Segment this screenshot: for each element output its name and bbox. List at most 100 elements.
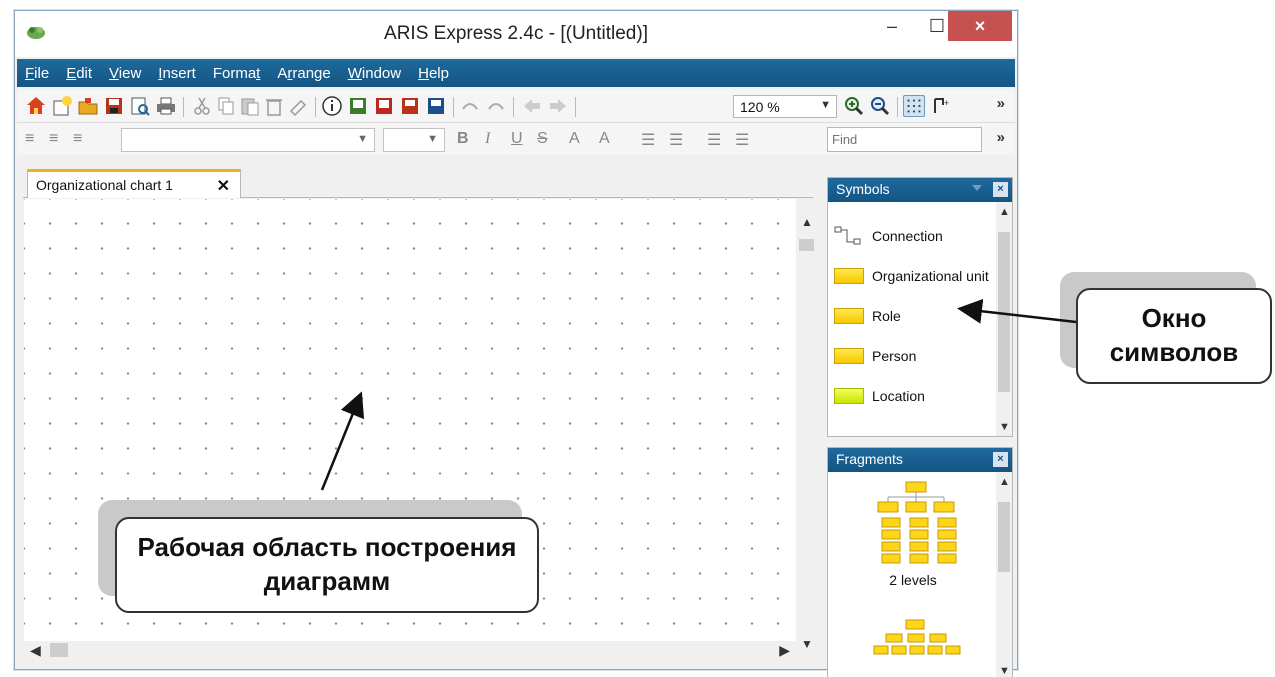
connection-icon bbox=[834, 226, 861, 245]
italic-button[interactable]: I bbox=[485, 130, 490, 148]
text-style-icon[interactable]: A bbox=[599, 130, 610, 148]
symbols-panel-title: Symbols bbox=[836, 181, 890, 197]
org-unit-icon bbox=[834, 268, 864, 284]
redo-icon[interactable] bbox=[485, 95, 507, 117]
zoom-in-icon[interactable] bbox=[843, 95, 865, 117]
scroll-up-icon[interactable]: ▲ bbox=[999, 476, 1010, 488]
menu-edit[interactable]: Edit bbox=[66, 65, 92, 82]
tab-label: Organizational chart 1 bbox=[36, 177, 173, 193]
fragments-scrollbar[interactable]: ▲ ▼ bbox=[996, 472, 1012, 677]
toolbar-separator bbox=[183, 97, 184, 117]
symbol-role[interactable]: Role bbox=[834, 304, 901, 328]
font-size-select[interactable]: ▼ bbox=[383, 128, 445, 152]
chevron-down-icon: ▼ bbox=[427, 133, 438, 145]
role-icon bbox=[834, 308, 864, 324]
strikethrough-button[interactable]: S bbox=[537, 130, 548, 148]
scroll-thumb[interactable] bbox=[50, 643, 68, 657]
zoom-out-icon[interactable] bbox=[869, 95, 891, 117]
undo-icon[interactable] bbox=[459, 95, 481, 117]
location-icon bbox=[834, 388, 864, 404]
panel-close-icon[interactable]: × bbox=[993, 452, 1008, 467]
panel-close-icon[interactable]: × bbox=[993, 182, 1008, 197]
editor-tab-strip: Organizational chart 1 ✕ bbox=[23, 166, 813, 198]
save-icon[interactable] bbox=[103, 95, 125, 117]
find-input[interactable] bbox=[827, 127, 982, 152]
underline-button[interactable]: U bbox=[511, 130, 523, 148]
toolbar-separator bbox=[453, 97, 454, 117]
scroll-down-icon[interactable]: ▼ bbox=[801, 637, 813, 651]
symbol-person[interactable]: Person bbox=[834, 344, 916, 368]
properties-icon[interactable] bbox=[321, 95, 343, 117]
canvas-horizontal-scrollbar[interactable]: ◀ ▶ bbox=[24, 641, 796, 659]
paste-icon[interactable] bbox=[239, 95, 261, 117]
scroll-thumb[interactable] bbox=[998, 502, 1010, 572]
symbol-connection[interactable]: Connection bbox=[834, 224, 943, 248]
scroll-thumb[interactable] bbox=[998, 232, 1010, 392]
export-pdf-alt-icon[interactable] bbox=[399, 95, 421, 117]
scroll-down-icon[interactable]: ▼ bbox=[999, 665, 1010, 677]
fragments-panel-header: Fragments × bbox=[828, 448, 1012, 472]
symbol-label: Organizational unit bbox=[872, 268, 989, 284]
menu-view[interactable]: View bbox=[109, 65, 141, 82]
symbol-location[interactable]: Location bbox=[834, 384, 925, 408]
menu-arrange[interactable]: Arrange bbox=[277, 65, 330, 82]
insert-connector-icon[interactable]: + bbox=[931, 95, 953, 117]
export-pdf-icon[interactable] bbox=[373, 95, 395, 117]
canvas-vertical-scrollbar[interactable]: ▲ ▼ bbox=[796, 199, 817, 655]
chevron-down-icon: ▼ bbox=[357, 133, 368, 145]
align-right-icon[interactable]: ≡ bbox=[73, 130, 82, 148]
scroll-right-icon[interactable]: ▶ bbox=[779, 642, 790, 659]
export-image-icon[interactable] bbox=[347, 95, 369, 117]
cut-icon[interactable] bbox=[191, 95, 213, 117]
symbols-scrollbar[interactable]: ▲ ▼ bbox=[996, 202, 1012, 436]
print-icon[interactable] bbox=[155, 95, 177, 117]
minimize-button[interactable]: – bbox=[870, 11, 914, 41]
scroll-up-icon[interactable]: ▲ bbox=[801, 215, 813, 229]
symbol-label: Connection bbox=[872, 228, 943, 244]
outdent-icon[interactable]: ☰ bbox=[707, 130, 721, 150]
scroll-left-icon[interactable]: ◀ bbox=[30, 642, 41, 659]
symbol-organizational-unit[interactable]: Organizational unit bbox=[834, 264, 989, 288]
forward-arrow-icon[interactable] bbox=[547, 95, 569, 117]
menu-insert[interactable]: Insert bbox=[158, 65, 196, 82]
home-icon[interactable] bbox=[25, 95, 47, 117]
menu-help[interactable]: Help bbox=[418, 65, 449, 82]
close-button[interactable]: × bbox=[948, 11, 1012, 41]
grid-toggle-icon[interactable] bbox=[903, 95, 925, 117]
tab-organizational-chart-1[interactable]: Organizational chart 1 ✕ bbox=[27, 169, 241, 198]
print-preview-icon[interactable] bbox=[129, 95, 151, 117]
scroll-down-icon[interactable]: ▼ bbox=[999, 421, 1010, 433]
font-color-button[interactable]: A bbox=[569, 130, 580, 148]
menu-window[interactable]: Window bbox=[348, 65, 401, 82]
menu-format[interactable]: Format bbox=[213, 65, 261, 82]
font-family-select[interactable]: ▼ bbox=[121, 128, 375, 152]
format-overflow-button[interactable]: » bbox=[997, 129, 1005, 146]
export-rtf-icon[interactable] bbox=[425, 95, 447, 117]
copy-icon[interactable] bbox=[215, 95, 237, 117]
menu-file[interactable]: File bbox=[25, 65, 49, 82]
format-painter-icon[interactable] bbox=[287, 95, 309, 117]
scroll-up-icon[interactable]: ▲ bbox=[999, 206, 1010, 218]
toolbar-overflow-button[interactable]: » bbox=[997, 95, 1005, 112]
main-toolbar: 120 % ▼ + » bbox=[17, 89, 1015, 123]
bold-button[interactable]: B bbox=[457, 130, 469, 148]
align-center-icon[interactable]: ≡ bbox=[49, 130, 58, 148]
delete-icon[interactable] bbox=[263, 95, 285, 117]
org-chart-flat-icon[interactable] bbox=[866, 618, 966, 658]
close-tab-icon[interactable]: ✕ bbox=[217, 176, 230, 196]
back-arrow-icon[interactable] bbox=[521, 95, 543, 117]
format-toolbar: ≡ ≡ ≡ ▼ ▼ B I U S A A ☰ ☰ ☰ ☰ » bbox=[17, 123, 1015, 155]
toolbar-separator bbox=[897, 97, 898, 117]
panel-menu-icon[interactable] bbox=[972, 185, 982, 191]
numbered-list-icon[interactable]: ☰ bbox=[641, 130, 655, 150]
new-diagram-icon[interactable] bbox=[51, 95, 73, 117]
symbols-panel: Symbols × Connection Organizational unit… bbox=[827, 177, 1013, 437]
zoom-select[interactable]: 120 % ▼ bbox=[733, 95, 837, 118]
symbols-panel-header: Symbols × bbox=[828, 178, 1012, 202]
align-left-icon[interactable]: ≡ bbox=[25, 130, 34, 148]
open-folder-icon[interactable] bbox=[77, 95, 99, 117]
bullet-list-icon[interactable]: ☰ bbox=[669, 130, 683, 150]
scroll-thumb[interactable] bbox=[799, 239, 814, 251]
org-chart-2-levels-icon[interactable] bbox=[866, 480, 966, 566]
indent-icon[interactable]: ☰ bbox=[735, 130, 749, 150]
